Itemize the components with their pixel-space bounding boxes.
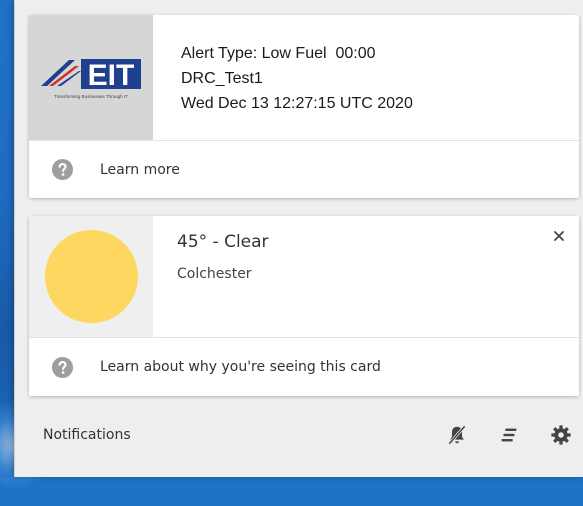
sun-icon (44, 230, 138, 323)
weather-card[interactable]: 45° - Clear Colchester Learn about why y… (29, 216, 579, 396)
settings-icon[interactable] (549, 423, 573, 447)
notification-footer: Notifications (29, 405, 579, 465)
alert-device-line: DRC_Test1 (181, 70, 263, 87)
notifications-title: Notifications (43, 427, 131, 443)
alert-notification-card[interactable]: EIT Transforming Businesses Through IT A… (29, 15, 579, 198)
learn-more-link[interactable]: Learn more (100, 162, 180, 178)
weather-info: 45° - Clear Colchester (153, 216, 269, 337)
logo-tagline: Transforming Businesses Through IT (54, 93, 128, 99)
sort-icon[interactable] (497, 423, 521, 447)
learn-more-row[interactable]: Learn more (29, 141, 579, 198)
app-logo-container: EIT Transforming Businesses Through IT (29, 15, 153, 140)
logo-letters: EIT (88, 59, 135, 92)
help-icon (51, 158, 74, 181)
weather-icon-container (29, 216, 153, 337)
close-icon[interactable] (551, 228, 567, 244)
alert-message: Alert Type: Low Fuel 00:00 DRC_Test1 Wed… (153, 15, 413, 140)
weather-card-body[interactable]: 45° - Clear Colchester (29, 216, 579, 338)
learn-why-link[interactable]: Learn about why you're seeing this card (100, 359, 381, 375)
eit-logo: EIT Transforming Businesses Through IT (39, 56, 143, 100)
notification-center: EIT Transforming Businesses Through IT A… (14, 0, 583, 477)
weather-temperature: 45° - Clear (177, 232, 269, 252)
learn-why-row[interactable]: Learn about why you're seeing this card (29, 338, 579, 396)
alert-type-line: Alert Type: Low Fuel 00:00 (181, 45, 376, 62)
eit-logo-graphic: EIT (41, 58, 141, 92)
mute-icon[interactable] (445, 423, 469, 447)
alert-notification-body[interactable]: EIT Transforming Businesses Through IT A… (29, 15, 579, 141)
weather-location: Colchester (177, 266, 252, 282)
alert-timestamp-line: Wed Dec 13 12:27:15 UTC 2020 (181, 95, 413, 112)
help-icon (51, 356, 74, 378)
